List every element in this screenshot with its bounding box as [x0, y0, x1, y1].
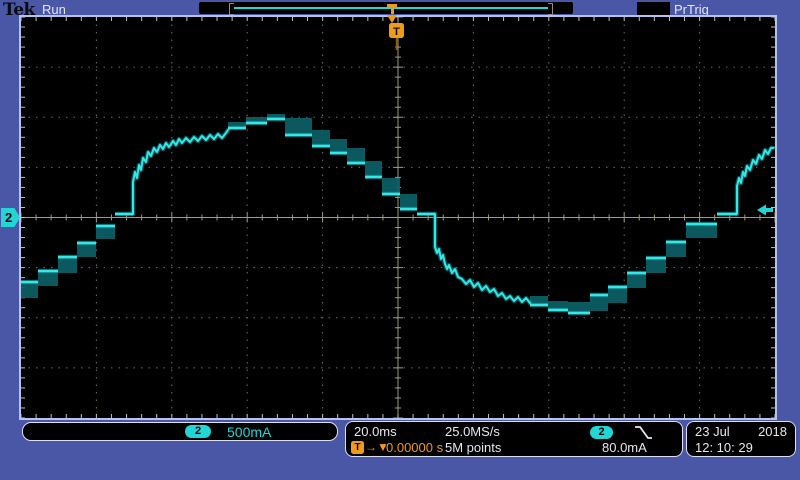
trigger-t-stem [391, 4, 394, 14]
trigger-position-marker-icon[interactable] [386, 3, 398, 25]
record-length: 5M points [445, 440, 501, 455]
timebase-trigger-readout-box: 20.0ms 25.0MS/s 2 T →▼ 0.00000 s 5M poin… [345, 421, 683, 457]
record-window-right-bracket[interactable] [548, 3, 553, 15]
graticule-frame: T [19, 15, 777, 420]
trigger-position-readout: 0.00000 s [386, 440, 443, 455]
time-label: 12: 10: 29 [695, 440, 753, 455]
channel2-scale: 500mA [227, 424, 271, 440]
trigger-source-badge: 2 [590, 426, 613, 439]
channel2-marker-label: 2 [1, 210, 12, 225]
horizontal-scale: 20.0ms [354, 424, 397, 439]
sample-rate: 25.0MS/s [445, 424, 500, 439]
svg-text:T: T [393, 26, 400, 38]
record-view-bar [199, 2, 573, 14]
channel2-ground-marker[interactable]: 2 [1, 208, 20, 227]
header-status-box [637, 2, 670, 16]
channel2-readout-box: 2 500mA [22, 422, 338, 441]
waveform-display: T [21, 17, 775, 418]
channel2-badge: 2 [185, 425, 211, 438]
record-window-left-bracket[interactable] [229, 3, 234, 15]
year-label: 2018 [758, 424, 787, 439]
trigger-level-readout: 80.0mA [602, 440, 647, 455]
trigger-level-arrow[interactable] [757, 205, 773, 216]
datetime-box: 23 Jul 2018 12: 10: 29 [686, 421, 796, 457]
trigger-t-icon: T [351, 441, 364, 454]
date-label: 23 Jul [695, 424, 730, 439]
trigger-down-arrow-icon [387, 15, 397, 23]
oscilloscope-screen: Tek Run PrTrig T 2 2 500mA 20.0ms 25.0MS… [0, 0, 800, 480]
